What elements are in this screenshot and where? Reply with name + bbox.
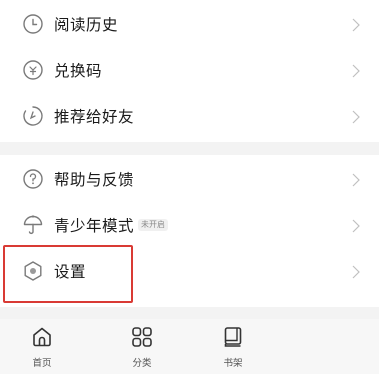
home-icon	[30, 325, 54, 349]
tab-bookshelf[interactable]: 书架	[208, 325, 258, 373]
menu-item-label: 阅读历史	[54, 16, 119, 34]
menu-group-top: 阅读历史 兑换码 推荐给好友	[0, 0, 379, 142]
tab-home[interactable]: 首页	[17, 325, 67, 373]
settings-highlight-box	[3, 245, 133, 303]
tab-label: 首页	[32, 358, 52, 369]
menu-item-teen-mode[interactable]: 青少年模式 未开启	[0, 203, 379, 247]
bookshelf-icon	[221, 325, 245, 349]
menu-item-label: 推荐给好友	[54, 108, 135, 126]
chevron-right-icon	[351, 17, 361, 32]
share-icon	[21, 104, 45, 128]
status-badge: 未开启	[138, 219, 168, 231]
menu-item-label: 帮助与反馈	[54, 171, 135, 189]
bottom-tab-bar: 首页 分类 书架	[0, 319, 379, 374]
grid-icon	[130, 325, 154, 349]
tab-label: 分类	[132, 358, 152, 369]
menu-item-recommend-to-friends[interactable]: 推荐给好友	[0, 94, 379, 138]
clock-icon	[21, 12, 45, 36]
menu-item-reading-history[interactable]: 阅读历史	[0, 2, 379, 46]
chevron-right-icon	[351, 264, 361, 279]
menu-item-help-feedback[interactable]: 帮助与反馈	[0, 157, 379, 201]
umbrella-icon	[21, 213, 45, 237]
menu-item-redeem-code[interactable]: 兑换码	[0, 48, 379, 92]
redeem-icon	[21, 58, 45, 82]
screen: 阅读历史 兑换码 推荐给好友 帮助与反馈 青少年模式 未开启 设置 首页 分类 …	[0, 0, 379, 374]
help-icon	[21, 167, 45, 191]
chevron-right-icon	[351, 109, 361, 124]
chevron-right-icon	[351, 172, 361, 187]
tab-categories[interactable]: 分类	[117, 325, 167, 373]
menu-item-label: 青少年模式	[54, 217, 135, 235]
menu-item-label: 兑换码	[54, 62, 103, 80]
chevron-right-icon	[351, 218, 361, 233]
tab-label: 书架	[223, 358, 243, 369]
chevron-right-icon	[351, 63, 361, 78]
